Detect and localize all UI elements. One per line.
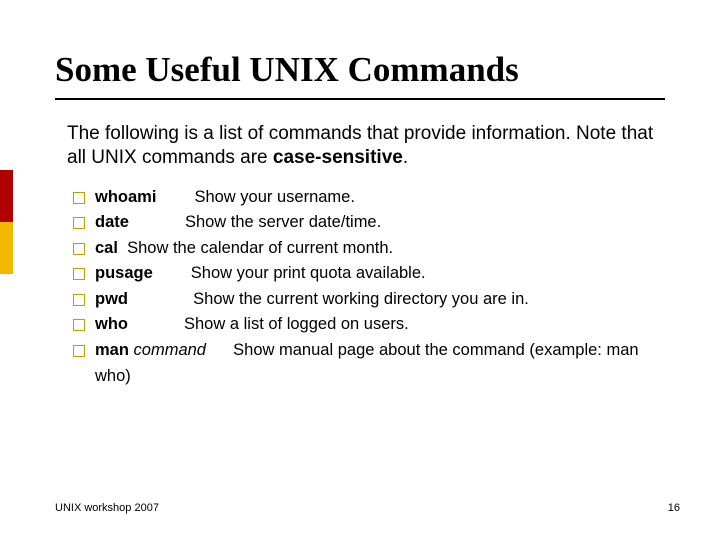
list-item: whoami Show your username. [73,185,665,211]
cmd-name: who [95,315,128,333]
cmd-name: pwd [95,290,128,308]
cmd-arg: command [134,341,206,359]
list-item: who Show a list of logged on users. [73,312,665,338]
list-item: cal Show the calendar of current month. [73,236,665,262]
cmd-name: whoami [95,188,156,206]
slide: Some Useful UNIX Commands The following … [0,0,720,540]
cmd-desc: Show the calendar of current month. [127,239,393,257]
list-item: pusage Show your print quota available. [73,261,665,287]
cmd-desc: Show the server date/time. [185,213,381,231]
intro-text-2: . [403,147,408,168]
list-item: pwd Show the current working directory y… [73,287,665,313]
footer-left: UNIX workshop 2007 [55,502,159,514]
list-item: date Show the server date/time. [73,210,665,236]
cmd-desc: Show your print quota available. [191,264,426,282]
intro-case-sensitive: case-sensitive [273,147,403,168]
page-number: 16 [668,502,680,514]
cmd-name: cal [95,239,118,257]
cmd-desc: Show your username. [194,188,355,206]
cmd-desc: Show a list of logged on users. [184,315,409,333]
command-list: whoami Show your username. date Show the s… [55,185,665,390]
cmd-name: man [95,341,129,359]
cmd-name: date [95,213,129,231]
cmd-name: pusage [95,264,153,282]
slide-title: Some Useful UNIX Commands [55,50,665,100]
intro-paragraph: The following is a list of commands that… [55,122,665,171]
list-item: man command Show manual page about the c… [73,338,665,389]
cmd-desc: Show the current working directory you a… [193,290,529,308]
